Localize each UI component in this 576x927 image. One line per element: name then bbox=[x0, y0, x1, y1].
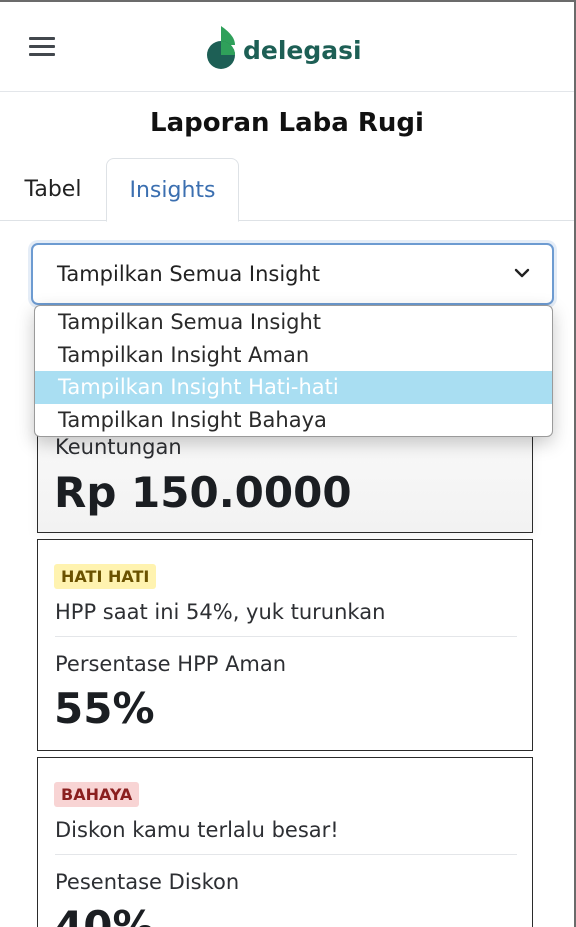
page-title: Laporan Laba Rugi bbox=[150, 108, 424, 138]
status-badge-warning: HATI HATI bbox=[54, 564, 157, 589]
diskon-metric-value: 40% bbox=[54, 902, 155, 927]
option-insight-aman[interactable]: Tampilkan Insight Aman bbox=[35, 339, 552, 372]
delegasi-logo-icon bbox=[207, 26, 235, 69]
menu-icon[interactable] bbox=[29, 37, 55, 57]
tab-insights[interactable]: Insights bbox=[106, 158, 239, 222]
option-insight-bahaya[interactable]: Tampilkan Insight Bahaya bbox=[35, 404, 552, 436]
brand-name: delegasi bbox=[243, 35, 362, 65]
chevron-down-icon bbox=[514, 268, 530, 278]
option-semua-insight[interactable]: Tampilkan Semua Insight bbox=[35, 306, 552, 339]
card-divider bbox=[55, 854, 517, 855]
card-divider bbox=[55, 636, 517, 637]
diskon-insight-card: BAHAYA Diskon kamu terlalu besar! Pesent… bbox=[37, 757, 533, 927]
hpp-metric-value: 55% bbox=[54, 684, 155, 733]
tab-bar: Tabel Insights bbox=[0, 158, 574, 222]
diskon-metric-label: Pesentase Diskon bbox=[55, 870, 240, 894]
diskon-insight-message: Diskon kamu terlalu besar! bbox=[55, 818, 339, 842]
option-insight-hati-hati[interactable]: Tampilkan Insight Hati-hati bbox=[35, 371, 552, 404]
profit-label: Keuntungan bbox=[55, 435, 182, 459]
status-badge-danger: BAHAYA bbox=[54, 782, 140, 807]
hpp-insight-message: HPP saat ini 54%, yuk turunkan bbox=[55, 600, 386, 624]
insight-filter-dropdown: Tampilkan Semua Insight Tampilkan Insigh… bbox=[34, 305, 553, 437]
profit-value: Rp 150.0000 bbox=[54, 468, 352, 517]
insight-filter-select[interactable]: Tampilkan Semua Insight bbox=[31, 243, 554, 305]
app-header: delegasi bbox=[0, 2, 574, 92]
tab-tabel[interactable]: Tabel bbox=[8, 158, 98, 221]
brand-logo[interactable]: delegasi bbox=[205, 24, 362, 72]
insight-filter-value: Tampilkan Semua Insight bbox=[57, 262, 321, 286]
hpp-insight-card: HATI HATI HPP saat ini 54%, yuk turunkan… bbox=[37, 539, 533, 751]
hpp-metric-label: Persentase HPP Aman bbox=[55, 652, 287, 676]
